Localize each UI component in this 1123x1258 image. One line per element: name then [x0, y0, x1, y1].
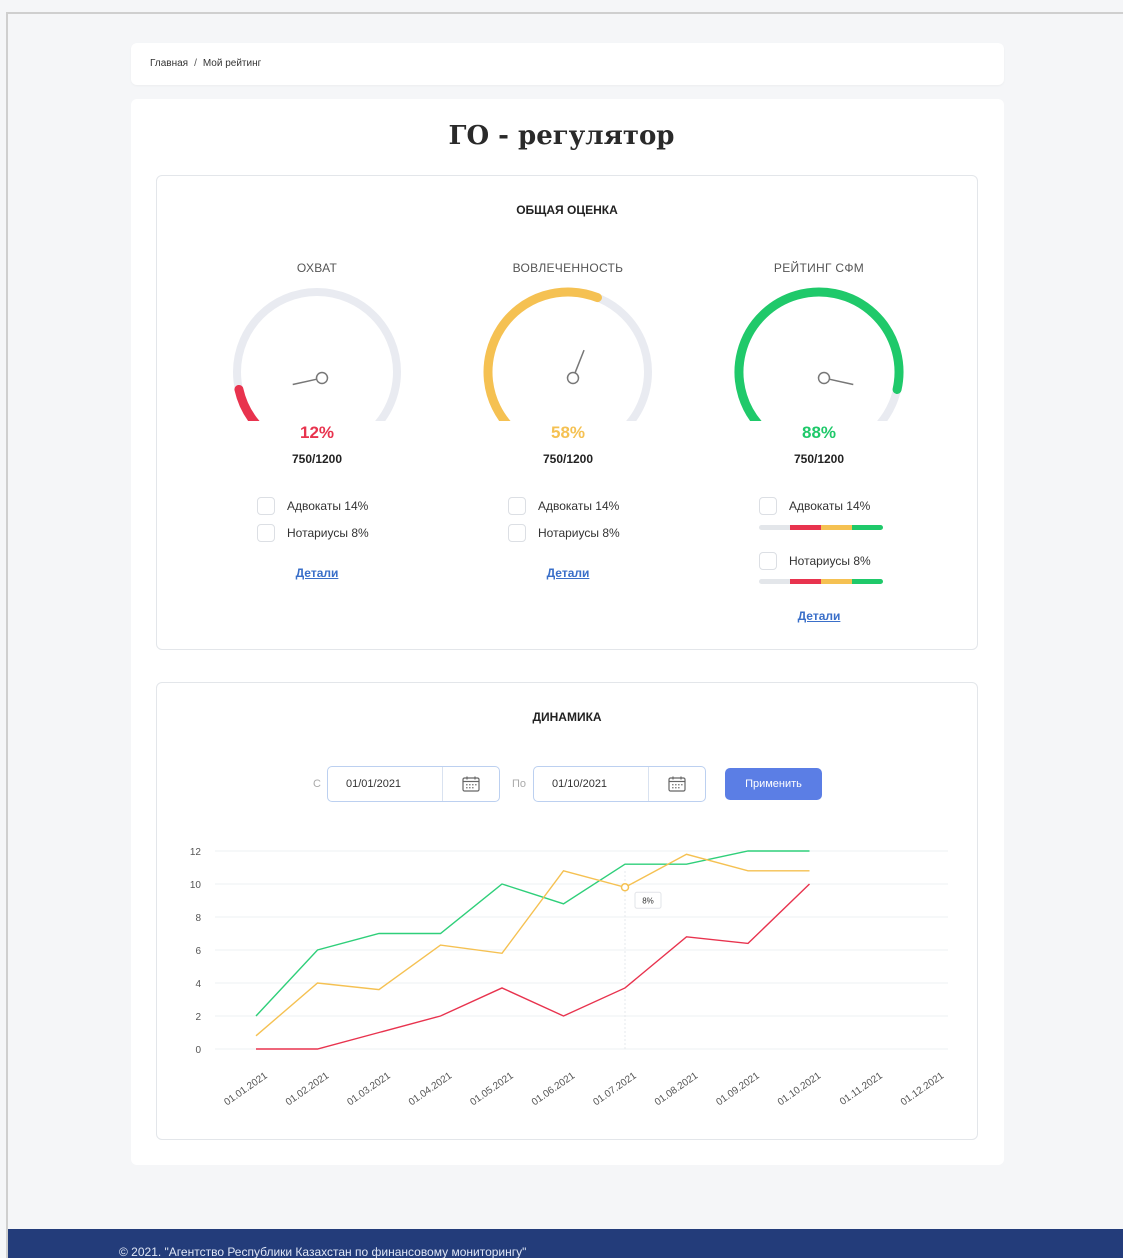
gauge-fill [734, 287, 904, 421]
gauge-score: 750/1200 [542, 452, 594, 466]
gauge-dial [483, 287, 652, 421]
notaries-label: Нотариусы 8% [287, 526, 369, 540]
breadcrumb-home-link[interactable]: Главная [150, 58, 188, 69]
y-tick-label: 12 [190, 847, 202, 858]
gauge-sfm-rating: РЕЙТИНГ СФМ 88% 750/1200 Адвокаты 14% Но… [719, 261, 919, 641]
check-row-advocates: Адвокаты 14% [508, 497, 619, 515]
from-label: С [313, 778, 321, 790]
gauge-needle [574, 349, 585, 373]
footer: © 2021. "Агентство Республики Казахстан … [8, 1229, 1123, 1258]
gauge-needle [292, 378, 317, 386]
gauge-engagement: ВОВЛЕЧЕННОСТЬ 58% 750/1200 Адвокаты 14% … [468, 261, 668, 601]
y-tick-label: 0 [195, 1045, 201, 1056]
check-row-advocates: Адвокаты 14% [257, 497, 368, 515]
x-tick-label: 01.04.2021 [407, 1070, 455, 1108]
gauge-percent: 12% [299, 423, 335, 442]
dynamics-line-chart: 0 2 4 6 8 10 12 01.01.2021 01.02.2021 01.03.2021 0… [190, 847, 948, 1108]
details-link[interactable]: Детали [719, 609, 919, 623]
x-tick-label: 01.12.2021 [899, 1070, 947, 1108]
x-tick-label: 01.08.2021 [653, 1070, 701, 1108]
overall-title: ОБЩАЯ ОЦЕНКА [516, 203, 618, 217]
x-tick-label: 01.07.2021 [591, 1070, 639, 1108]
breadcrumb-current: Мой рейтинг [202, 58, 262, 69]
overall-panel: ОБЩАЯ ОЦЕНКА ОХВАТ 12% 750/1200 Адвокаты… [156, 175, 978, 650]
x-tick-label: 01.03.2021 [345, 1070, 393, 1108]
gauge-label: РЕЙТИНГ СФМ [773, 261, 865, 275]
x-tick-label: 01.06.2021 [530, 1070, 578, 1108]
gauge-fill [234, 384, 260, 421]
from-date-input[interactable]: 01/01/2021 [327, 766, 500, 802]
check-row-notaries: Нотариусы 8% [759, 552, 871, 570]
gauge-coverage: ОХВАТ 12% 750/1200 Адвокаты 14% Нотариус… [217, 261, 417, 601]
apply-button[interactable]: Применить [725, 768, 822, 800]
advocates-label: Адвокаты 14% [287, 499, 369, 513]
check-row-advocates: Адвокаты 14% [759, 497, 870, 515]
x-tick-label: 01.02.2021 [284, 1070, 332, 1108]
advocates-rating-bar [759, 525, 883, 530]
footer-copyright: © 2021. "Агентство Республики Казахстан … [119, 1245, 527, 1258]
to-date-value[interactable]: 01/10/2021 [534, 767, 649, 801]
gauge-score: 750/1200 [793, 452, 845, 466]
tooltip-point [620, 883, 630, 892]
calendar-icon[interactable] [649, 776, 705, 792]
tooltip-text: 8% [642, 896, 654, 905]
notaries-checkbox[interactable] [257, 524, 275, 542]
gauge-hub [315, 371, 329, 385]
to-date-input[interactable]: 01/10/2021 [533, 766, 706, 802]
check-row-notaries: Нотариусы 8% [257, 524, 369, 542]
series-line [255, 853, 810, 1037]
gauge-dial [233, 288, 401, 421]
gauge-hub [566, 371, 580, 385]
x-tick-label: 01.11.2021 [838, 1070, 885, 1108]
notaries-label: Нотариусы 8% [538, 526, 620, 540]
x-tick-label: 01.09.2021 [714, 1070, 762, 1108]
gauge-track [233, 288, 401, 421]
series-line [255, 850, 810, 1017]
gauge-percent: 58% [550, 423, 586, 442]
advocates-label: Адвокаты 14% [789, 499, 871, 513]
details-link[interactable]: Детали [217, 566, 417, 580]
y-tick-label: 10 [190, 880, 202, 891]
calendar-icon[interactable] [443, 776, 499, 792]
notaries-rating-bar [759, 579, 883, 584]
x-tick-label: 01.05.2021 [468, 1070, 516, 1108]
x-tick-label: 01.10.2021 [776, 1070, 824, 1108]
gauge-hub [817, 371, 831, 385]
gauge-needle [829, 378, 854, 386]
dynamics-title: ДИНАМИКА [532, 710, 602, 724]
y-tick-label: 2 [195, 1012, 201, 1023]
notaries-checkbox[interactable] [508, 524, 526, 542]
advocates-checkbox[interactable] [508, 497, 526, 515]
gauge-percent: 88% [801, 423, 837, 442]
check-row-notaries: Нотариусы 8% [508, 524, 620, 542]
advocates-checkbox[interactable] [759, 497, 777, 515]
y-tick-label: 4 [195, 979, 201, 990]
gauge-score: 750/1200 [291, 452, 343, 466]
x-tick-label: 01.01.2021 [222, 1070, 270, 1108]
notaries-checkbox[interactable] [759, 552, 777, 570]
y-tick-label: 8 [195, 913, 201, 924]
advocates-checkbox[interactable] [257, 497, 275, 515]
details-link[interactable]: Детали [468, 566, 668, 580]
gauge-label: ВОВЛЕЧЕННОСТЬ [512, 261, 624, 275]
to-label: По [512, 778, 527, 790]
notaries-label: Нотариусы 8% [789, 554, 871, 568]
gauge-dial [734, 287, 904, 421]
breadcrumb-separator: / [194, 58, 197, 69]
series-line [256, 883, 810, 1050]
breadcrumb: Главная / Мой рейтинг [131, 43, 1004, 85]
gauge-label: ОХВАТ [296, 261, 338, 275]
y-tick-label: 6 [195, 946, 201, 957]
from-date-value[interactable]: 01/01/2021 [328, 767, 443, 801]
advocates-label: Адвокаты 14% [538, 499, 620, 513]
page-title: ГО - регулятор [448, 121, 675, 151]
